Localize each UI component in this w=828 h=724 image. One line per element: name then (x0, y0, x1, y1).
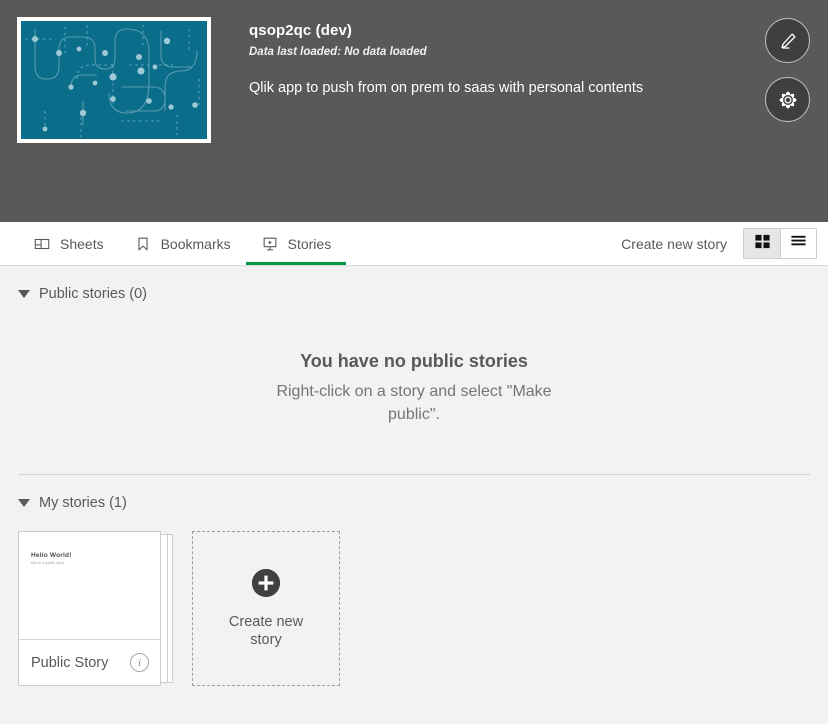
app-settings-button[interactable] (765, 77, 810, 122)
tab-underline (18, 262, 119, 265)
tab-underline-active (245, 262, 347, 265)
chevron-down-icon (18, 499, 30, 507)
my-stories-title: My stories (1) (39, 495, 127, 511)
edit-app-button[interactable] (765, 18, 810, 63)
my-stories-section-header[interactable]: My stories (1) (0, 475, 828, 511)
view-mode-toggle (743, 228, 817, 259)
sheet-icon (33, 235, 51, 253)
create-new-story-tile[interactable]: Create new story (192, 531, 340, 686)
story-preview-title: Hello World! (31, 552, 72, 559)
public-stories-section-header[interactable]: Public stories (0) (0, 266, 828, 302)
story-card[interactable]: Hello World! this is a public story Publ… (18, 531, 161, 686)
bookmark-icon (134, 235, 152, 253)
chevron-down-icon (18, 290, 30, 298)
pencil-icon (777, 30, 799, 52)
tab-bookmarks[interactable]: Bookmarks (119, 222, 246, 265)
gear-icon (777, 89, 799, 111)
app-title: qsop2qc (dev) (249, 22, 352, 39)
app-header: qsop2qc (dev) Data last loaded: No data … (0, 0, 828, 222)
story-info-icon[interactable]: i (130, 653, 149, 672)
stories-content: Public stories (0) You have no public st… (0, 266, 828, 724)
create-new-story-link[interactable]: Create new story (605, 236, 743, 252)
story-preview-subtitle: this is a public story (31, 561, 65, 565)
empty-state-title: You have no public stories (300, 351, 528, 371)
public-stories-title: Public stories (0) (39, 286, 147, 302)
public-stories-empty-state: You have no public stories Right-click o… (0, 302, 828, 426)
my-stories-grid: Hello World! this is a public story Publ… (0, 511, 828, 686)
story-card-footer: Public Story i (19, 640, 160, 685)
app-description: Qlik app to push from on prem to saas wi… (249, 80, 644, 96)
empty-state-subtitle: Right-click on a story and select "Make … (276, 383, 552, 423)
story-card-container: Hello World! this is a public story Publ… (18, 531, 173, 686)
tab-stories-label: Stories (287, 235, 332, 252)
story-preview: Hello World! this is a public story (19, 532, 160, 640)
tab-sheets-label: Sheets (60, 235, 104, 252)
story-name: Public Story (31, 654, 109, 671)
list-icon (790, 233, 807, 255)
tab-list: Sheets Bookmarks Stories (0, 222, 347, 265)
app-meta: qsop2qc (dev) Data last loaded: No data … (249, 17, 643, 222)
app-header-actions (765, 18, 810, 122)
tab-bookmarks-label: Bookmarks (160, 235, 231, 252)
tab-sheets[interactable]: Sheets (18, 222, 119, 265)
app-thumbnail (17, 17, 211, 143)
app-thumbnail-image (21, 21, 207, 139)
plus-icon (252, 568, 280, 597)
grid-icon (754, 233, 771, 255)
tab-stories[interactable]: Stories (245, 222, 347, 265)
story-icon (261, 235, 279, 253)
tab-underline (119, 262, 246, 265)
grid-view-toggle[interactable] (744, 229, 780, 258)
create-new-story-tile-label: Create new story (228, 613, 304, 648)
tabbar-right-actions: Create new story (605, 222, 828, 265)
list-view-toggle[interactable] (780, 229, 816, 258)
app-last-loaded: Data last loaded: No data loaded (249, 46, 427, 58)
app-tabbar: Sheets Bookmarks Stories Create new stor… (0, 222, 828, 266)
